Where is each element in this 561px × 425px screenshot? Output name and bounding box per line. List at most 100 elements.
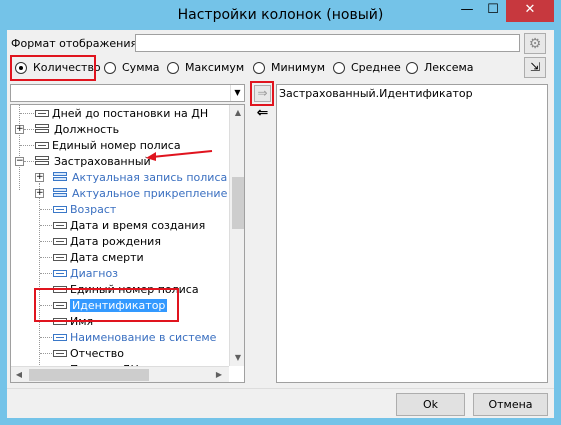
source-filter-combo[interactable]: ▼ [10, 84, 245, 102]
tree-item[interactable]: Возраст [53, 201, 116, 217]
tree-guide-line [20, 145, 34, 146]
arrow-left-icon: ⇐ [256, 105, 269, 121]
radio-label: Минимум [271, 61, 326, 74]
field-icon [53, 205, 67, 213]
group-icon [53, 187, 69, 199]
radio-indicator [406, 61, 418, 74]
tree-item[interactable]: Актуальное прикрепление к МО [53, 185, 245, 201]
radio-label: Лексема [424, 61, 474, 74]
expand-icon[interactable]: + [15, 125, 24, 134]
radio-lexeme[interactable]: Лексема [406, 61, 474, 74]
tree-guide-line [40, 225, 52, 226]
tree-horizontal-scrollbar[interactable]: ◀ ▶ [11, 366, 229, 382]
tree-item-label: Наименование в системе [70, 330, 217, 344]
tree-item-label: Дата рождения [70, 234, 161, 248]
format-input[interactable] [135, 34, 520, 52]
scrollbar-thumb[interactable] [232, 177, 244, 229]
tree-item[interactable]: Наименование в системе [53, 329, 216, 345]
close-button[interactable]: ✕ [506, 0, 554, 22]
scrollbar-thumb[interactable] [29, 369, 149, 381]
tree-guide-line [40, 241, 52, 242]
tree-guide-line [20, 113, 34, 114]
annotation-arrow [146, 150, 213, 161]
tree-item-label: Актуальное прикрепление к МО [72, 186, 245, 200]
selected-columns-list[interactable]: Застрахованный.Идентификатор [276, 84, 548, 383]
tree-item-label: Застрахованный [54, 154, 151, 168]
source-tree[interactable]: Дней до постановки на ДН + Должность Еди… [10, 104, 245, 383]
tree-item-label: Дней до постановки на ДН [52, 106, 209, 120]
chevron-down-icon[interactable]: ▼ [230, 85, 244, 101]
radio-label: Среднее [351, 61, 401, 74]
format-label: Формат отображения [11, 37, 138, 50]
format-settings-button[interactable]: ⚙ [524, 33, 546, 54]
radio-sum[interactable]: Сумма [104, 61, 160, 74]
tree-guide-line [40, 337, 52, 338]
scroll-left-icon[interactable]: ◀ [11, 367, 27, 382]
scroll-right-icon[interactable]: ▶ [211, 367, 227, 382]
tree-item[interactable]: Актуальная запись полиса [53, 169, 227, 185]
ok-button[interactable]: Ok [396, 393, 465, 416]
cancel-button[interactable]: Отмена [473, 393, 548, 416]
scroll-down-icon[interactable]: ▼ [230, 350, 244, 366]
maximize-button[interactable]: ☐ [480, 0, 506, 22]
tree-item-label: Отчество [70, 346, 125, 360]
field-icon [35, 109, 49, 117]
dialog-footer: Ok Отмена [7, 388, 554, 418]
tree-item-label: Диагноз [70, 266, 119, 280]
tree-item-label: Возраст [70, 202, 117, 216]
list-item[interactable]: Застрахованный.Идентификатор [279, 87, 473, 100]
title-bar[interactable]: Настройки колонок (новый) — ☐ ✕ [0, 0, 561, 30]
tree-item[interactable]: Дата рождения [53, 233, 161, 249]
dialog-body: Формат отображения ⚙ Количество Сумма Ма… [7, 30, 554, 418]
group-icon [53, 171, 69, 183]
radio-label: Сумма [122, 61, 160, 74]
move-left-button[interactable]: ⇐ [254, 105, 271, 121]
tree-item[interactable]: Должность [35, 121, 119, 137]
tree-item-label: Актуальная запись полиса [72, 170, 228, 184]
field-icon [53, 349, 67, 357]
tree-item[interactable]: Дата смерти [53, 249, 144, 265]
tree-item[interactable]: Застрахованный [35, 153, 151, 169]
radio-indicator [333, 61, 345, 74]
field-icon [53, 269, 67, 277]
gear-icon: ⚙ [528, 35, 542, 52]
field-icon [35, 141, 49, 149]
field-icon [53, 253, 67, 261]
tree-guide-line [40, 273, 52, 274]
radio-indicator [253, 61, 265, 74]
tree-item[interactable]: Дата и время создания [53, 217, 205, 233]
tree-guide-line [24, 161, 34, 162]
tree-guide-line [19, 105, 20, 190]
collapse-icon[interactable]: − [15, 157, 24, 166]
radio-label: Максимум [185, 61, 245, 74]
radio-min[interactable]: Минимум [253, 61, 325, 74]
tree-guide-line [40, 353, 52, 354]
tree-item-label: Дата смерти [70, 250, 144, 264]
tree-guide-line [39, 183, 40, 373]
radio-indicator [167, 61, 179, 74]
highlight-move-right [250, 81, 274, 106]
tree-item-label: Дата и время создания [70, 218, 206, 232]
scroll-up-icon[interactable]: ▲ [230, 105, 244, 121]
field-icon [53, 237, 67, 245]
tree-guide-line [40, 209, 52, 210]
tree-item-label: Должность [54, 122, 120, 136]
export-button[interactable]: ⇲ [524, 57, 546, 78]
highlight-count-radio [10, 55, 96, 81]
field-icon [53, 221, 67, 229]
export-icon: ⇲ [529, 60, 541, 74]
radio-avg[interactable]: Среднее [333, 61, 401, 74]
tree-item[interactable]: Отчество [53, 345, 124, 361]
radio-max[interactable]: Максимум [167, 61, 244, 74]
tree-guide-line [40, 257, 52, 258]
tree-guide-line [24, 129, 34, 130]
field-icon [53, 333, 67, 341]
expand-icon[interactable]: + [35, 173, 44, 182]
tree-vertical-scrollbar[interactable]: ▲ ▼ [229, 105, 244, 366]
group-icon [35, 123, 51, 135]
tree-item[interactable]: Дней до постановки на ДН [35, 105, 208, 121]
tree-item[interactable]: Диагноз [53, 265, 118, 281]
radio-indicator [104, 61, 116, 74]
expand-icon[interactable]: + [35, 189, 44, 198]
minimize-button[interactable]: — [454, 0, 480, 22]
